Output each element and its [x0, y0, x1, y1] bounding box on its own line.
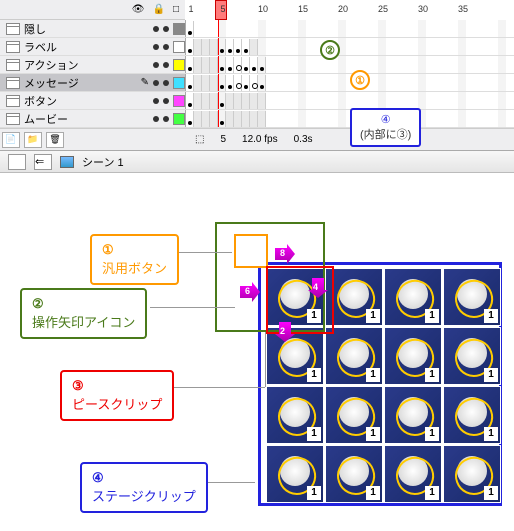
back-button[interactable]: ⇐ [34, 154, 52, 170]
annotation-2-marker: ② [320, 40, 340, 60]
color-swatch[interactable] [173, 77, 185, 89]
layer-name: ボタン [24, 93, 149, 109]
layer-icon [6, 95, 20, 107]
piece-clip[interactable]: 1 [443, 386, 501, 444]
layer-row[interactable]: メッセージ ✎ [0, 74, 514, 92]
scene-bar: ⇐ シーン 1 [0, 151, 514, 173]
annotation-4-marker: ④ (内部に③) [350, 108, 421, 147]
lock-dot[interactable] [163, 62, 169, 68]
layer-row[interactable]: 隠し [0, 20, 514, 38]
piece-clip-frame [266, 266, 334, 334]
pencil-icon: ✎ [141, 77, 149, 88]
layer-name: 隠し [24, 21, 149, 37]
piece-clip[interactable]: 1 [266, 386, 324, 444]
piece-clip[interactable]: 1 [266, 445, 324, 503]
layer-name: ラベル [24, 39, 149, 55]
annotation-1-marker: ① [350, 70, 370, 90]
visibility-dot[interactable] [153, 80, 159, 86]
lock-dot[interactable] [163, 26, 169, 32]
layer-name: ムービー [24, 111, 149, 127]
layer-icon [6, 23, 20, 35]
layer-icon [6, 77, 20, 89]
callout-4: ④ステージクリップ [80, 462, 208, 513]
layer-row[interactable]: ムービー [0, 110, 514, 128]
visibility-dot[interactable] [153, 26, 159, 32]
frame-ruler[interactable]: 1 5 10 15 20 25 30 35 [185, 0, 514, 20]
ruler-tick: 15 [293, 0, 313, 18]
time-display: 0.3s [294, 134, 313, 145]
frames-track[interactable] [185, 92, 514, 109]
color-swatch[interactable] [173, 59, 185, 71]
ruler-tick: 35 [453, 0, 473, 18]
leader-line [172, 252, 232, 253]
timeline-header: 👁 🔒 □ 1 5 10 15 20 25 30 35 [0, 0, 514, 20]
frames-track[interactable] [185, 20, 514, 37]
ruler-tick: 5 [213, 0, 233, 18]
piece-clip[interactable]: 1 [384, 445, 442, 503]
eye-icon[interactable]: 👁 [132, 4, 145, 15]
callout-3: ③ピースクリップ [60, 370, 174, 421]
lock-icon[interactable]: 🔒 [153, 4, 165, 15]
piece-clip[interactable]: 1 [384, 268, 442, 326]
visibility-dot[interactable] [153, 116, 159, 122]
leader-line [265, 332, 266, 387]
layer-name: メッセージ [24, 75, 137, 91]
layer-row[interactable]: ラベル [0, 38, 514, 56]
piece-clip[interactable]: 1 [266, 327, 324, 385]
delete-layer-button[interactable]: 🗑 [46, 132, 64, 148]
ruler-tick: 1 [181, 0, 201, 18]
color-swatch[interactable] [173, 41, 185, 53]
ruler-tick: 20 [333, 0, 353, 18]
lock-dot[interactable] [163, 44, 169, 50]
scene-nav-button[interactable] [8, 154, 26, 170]
leader-line [165, 387, 265, 388]
piece-clip[interactable]: 1 [443, 268, 501, 326]
ruler-tick: 30 [413, 0, 433, 18]
visibility-dot[interactable] [153, 44, 159, 50]
piece-clip[interactable]: 1 [325, 386, 383, 444]
fps-display: 12.0 fps [242, 134, 278, 145]
current-frame: 5 [220, 134, 226, 145]
layer-icon [6, 41, 20, 53]
layer-row[interactable]: ボタン [0, 92, 514, 110]
scene-icon [60, 156, 74, 168]
color-swatch[interactable] [173, 23, 185, 35]
frames-track[interactable] [185, 38, 514, 55]
visibility-dot[interactable] [153, 98, 159, 104]
scene-name[interactable]: シーン 1 [82, 154, 124, 170]
piece-clip[interactable]: 1 [325, 445, 383, 503]
stage-area[interactable]: 1 1 1 1 1 1 1 1 1 1 1 1 1 1 1 1 8 6 4 2 … [0, 192, 514, 531]
callout-2: ②操作矢印アイコン [20, 288, 147, 339]
layer-list: 隠し ラベル アクション メッセージ ✎ ボタン ムービー [0, 20, 514, 128]
new-folder-button[interactable]: 📁 [24, 132, 42, 148]
layer-row[interactable]: アクション [0, 56, 514, 74]
new-layer-button[interactable]: 📄 [2, 132, 20, 148]
outline-icon[interactable]: □ [173, 4, 179, 15]
piece-clip[interactable]: 1 [443, 445, 501, 503]
ruler-tick: 10 [253, 0, 273, 18]
layer-column-header: 👁 🔒 □ [0, 0, 185, 19]
color-swatch[interactable] [173, 95, 185, 107]
frames-track[interactable] [185, 56, 514, 73]
visibility-dot[interactable] [153, 62, 159, 68]
piece-clip[interactable]: 1 [384, 327, 442, 385]
timeline-footer: 📄 📁 🗑 ⬚ 5 12.0 fps 0.3s [0, 128, 514, 150]
leader-line [150, 307, 235, 308]
onion-skin-icon[interactable]: ⬚ [195, 134, 204, 145]
ruler-tick: 25 [373, 0, 393, 18]
lock-dot[interactable] [163, 80, 169, 86]
lock-dot[interactable] [163, 98, 169, 104]
lock-dot[interactable] [163, 116, 169, 122]
color-swatch[interactable] [173, 113, 185, 125]
layer-name: アクション [24, 57, 149, 73]
layer-icon [6, 113, 20, 125]
callout-1: ①汎用ボタン [90, 234, 179, 285]
piece-clip[interactable]: 1 [384, 386, 442, 444]
timeline-panel: 👁 🔒 □ 1 5 10 15 20 25 30 35 隠し ラベル アクション [0, 0, 514, 151]
layer-icon [6, 59, 20, 71]
piece-clip[interactable]: 1 [325, 327, 383, 385]
piece-clip[interactable]: 1 [443, 327, 501, 385]
button-frame [234, 234, 268, 268]
